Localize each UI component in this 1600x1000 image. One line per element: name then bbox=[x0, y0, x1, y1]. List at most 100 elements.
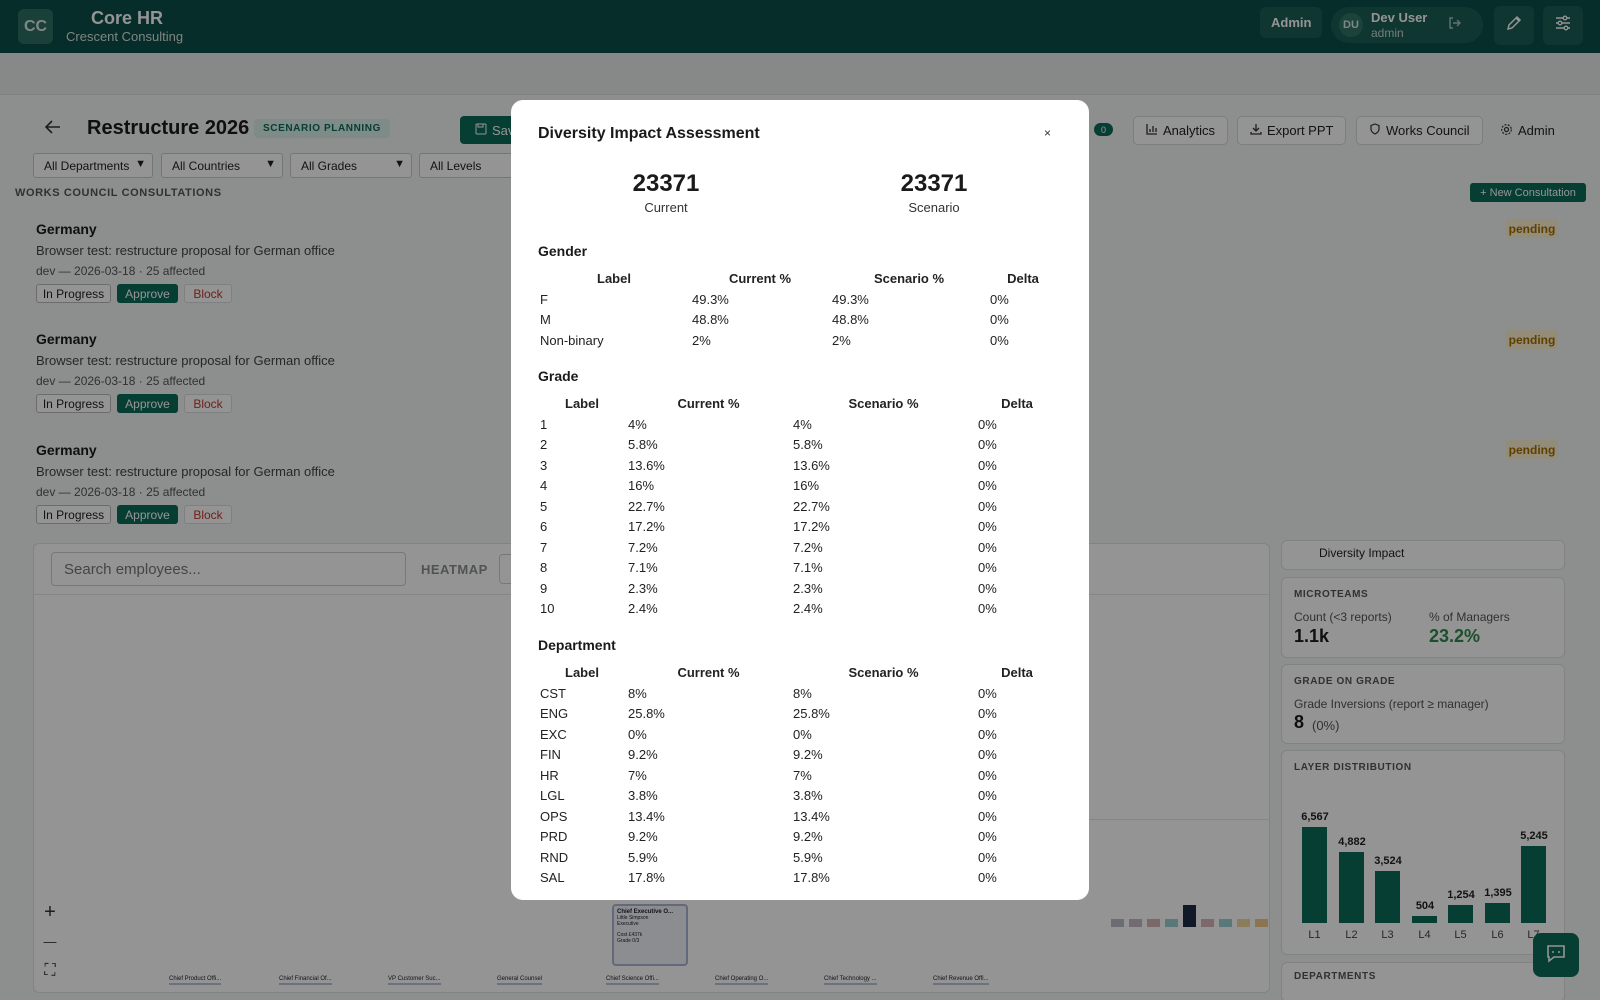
table-cell: 5.8% bbox=[793, 437, 823, 453]
table-cell: 0% bbox=[978, 416, 997, 432]
table-cell: 13.6% bbox=[628, 457, 665, 473]
table-row: HR 7% 7% 0% bbox=[538, 765, 1058, 786]
table-cell: Non-binary bbox=[540, 332, 604, 348]
table-row: 4 16% 16% 0% bbox=[538, 476, 1058, 497]
table-row: 1 4% 4% 0% bbox=[538, 414, 1058, 435]
table-cell: 6 bbox=[540, 519, 548, 535]
table-cell: 7% bbox=[793, 767, 812, 783]
table-cell: 0% bbox=[978, 580, 997, 596]
table-cell: 0% bbox=[978, 870, 997, 886]
column-header: Label bbox=[597, 271, 631, 286]
column-header: Current % bbox=[677, 665, 740, 680]
scenario-stat: 23371 Scenario bbox=[834, 170, 1034, 215]
table-row: 3 13.6% 13.6% 0% bbox=[538, 455, 1058, 476]
table-cell: 1 bbox=[540, 416, 548, 432]
table-cell: 2.4% bbox=[793, 601, 823, 617]
table-cell: 7.1% bbox=[793, 560, 823, 576]
table-cell: 0% bbox=[978, 539, 997, 555]
table-row: M 48.8% 48.8% 0% bbox=[538, 310, 1058, 331]
table-row: 7 7.2% 7.2% 0% bbox=[538, 537, 1058, 558]
table-cell: 0% bbox=[628, 726, 647, 742]
table-cell: 3 bbox=[540, 457, 548, 473]
table-cell: 5.8% bbox=[628, 437, 658, 453]
table-cell: 0% bbox=[793, 726, 812, 742]
table-cell: 22.7% bbox=[628, 498, 665, 514]
table-cell: 0% bbox=[978, 829, 997, 845]
table-cell: 16% bbox=[793, 478, 820, 494]
table-cell: 9.2% bbox=[628, 747, 658, 763]
table-row: 8 7.1% 7.1% 0% bbox=[538, 558, 1058, 579]
table-cell: FIN bbox=[540, 747, 561, 763]
table-row: FIN 9.2% 9.2% 0% bbox=[538, 745, 1058, 766]
current-headcount: 23371 bbox=[632, 170, 700, 197]
column-header: Scenario % bbox=[848, 665, 919, 680]
table-cell: 5.9% bbox=[628, 849, 658, 865]
table-row: F 49.3% 49.3% 0% bbox=[538, 289, 1058, 310]
table-cell: 10 bbox=[540, 601, 555, 617]
table-cell: 2 bbox=[540, 437, 548, 453]
gender-section-title: Gender bbox=[538, 243, 588, 259]
table-cell: 0% bbox=[990, 312, 1009, 328]
table-header-row: Label Current % Scenario % Delta bbox=[538, 393, 1058, 414]
table-cell: 49.3% bbox=[692, 291, 729, 307]
table-cell: 0% bbox=[978, 478, 997, 494]
table-cell: 0% bbox=[978, 601, 997, 617]
department-table: Label Current % Scenario % Delta CST 8% 8% 0% EN… bbox=[538, 662, 1058, 888]
table-cell: 0% bbox=[978, 706, 997, 722]
column-header: Delta bbox=[1001, 665, 1033, 680]
current-label: Current bbox=[644, 200, 688, 215]
table-cell: 16% bbox=[628, 478, 655, 494]
table-cell: 0% bbox=[978, 685, 997, 701]
gender-table: Label Current % Scenario % Delta F 49.3% 49.3%… bbox=[538, 268, 1058, 351]
table-row: OPS 13.4% 13.4% 0% bbox=[538, 806, 1058, 827]
column-header: Current % bbox=[677, 396, 740, 411]
table-cell: CST bbox=[540, 685, 566, 701]
table-cell: 9.2% bbox=[628, 829, 658, 845]
table-cell: 13.4% bbox=[628, 808, 665, 824]
table-cell: 4 bbox=[540, 478, 548, 494]
table-cell: 25.8% bbox=[628, 706, 665, 722]
modal-title: Diversity Impact Assessment bbox=[538, 125, 760, 142]
table-cell: 7% bbox=[628, 767, 647, 783]
table-row: 9 2.3% 2.3% 0% bbox=[538, 578, 1058, 599]
table-cell: 7 bbox=[540, 539, 548, 555]
table-cell: ENG bbox=[540, 706, 569, 722]
table-row: SAL 17.8% 17.8% 0% bbox=[538, 868, 1058, 889]
table-cell: 0% bbox=[978, 747, 997, 763]
table-cell: EXC bbox=[540, 726, 567, 742]
table-cell: 0% bbox=[978, 560, 997, 576]
grade-section-title: Grade bbox=[538, 368, 579, 384]
table-cell: SAL bbox=[540, 870, 565, 886]
table-cell: 9.2% bbox=[793, 747, 823, 763]
column-header: Scenario % bbox=[873, 271, 945, 286]
table-cell: 13.6% bbox=[793, 457, 830, 473]
scenario-headcount: 23371 bbox=[900, 170, 968, 197]
table-cell: 0% bbox=[990, 291, 1009, 307]
table-header-row: Label Current % Scenario % Delta bbox=[538, 662, 1058, 683]
table-cell: 2.4% bbox=[628, 601, 658, 617]
department-section-title: Department bbox=[538, 637, 616, 653]
table-row: RND 5.9% 5.9% 0% bbox=[538, 847, 1058, 868]
column-header: Delta bbox=[1001, 396, 1033, 411]
close-icon[interactable]: × bbox=[1044, 126, 1051, 140]
table-cell: 49.3% bbox=[832, 291, 869, 307]
table-cell: 7.2% bbox=[628, 539, 658, 555]
table-cell: 0% bbox=[990, 332, 1009, 348]
column-header: Label bbox=[565, 396, 599, 411]
diversity-impact-modal: Diversity Impact Assessment × 23371 Curr… bbox=[511, 100, 1089, 900]
column-header: Scenario % bbox=[848, 396, 919, 411]
table-cell: 17.2% bbox=[628, 519, 665, 535]
current-stat: 23371 Current bbox=[566, 170, 766, 215]
table-cell: 25.8% bbox=[793, 706, 830, 722]
table-cell: 0% bbox=[978, 437, 997, 453]
table-row: CST 8% 8% 0% bbox=[538, 683, 1058, 704]
table-row: 2 5.8% 5.8% 0% bbox=[538, 435, 1058, 456]
table-cell: 22.7% bbox=[793, 498, 830, 514]
table-cell: 0% bbox=[978, 498, 997, 514]
table-row: 6 17.2% 17.2% 0% bbox=[538, 517, 1058, 538]
table-cell: M bbox=[540, 312, 551, 328]
table-row: 10 2.4% 2.4% 0% bbox=[538, 599, 1058, 620]
table-cell: 0% bbox=[978, 808, 997, 824]
table-cell: 0% bbox=[978, 726, 997, 742]
table-cell: 4% bbox=[793, 416, 812, 432]
